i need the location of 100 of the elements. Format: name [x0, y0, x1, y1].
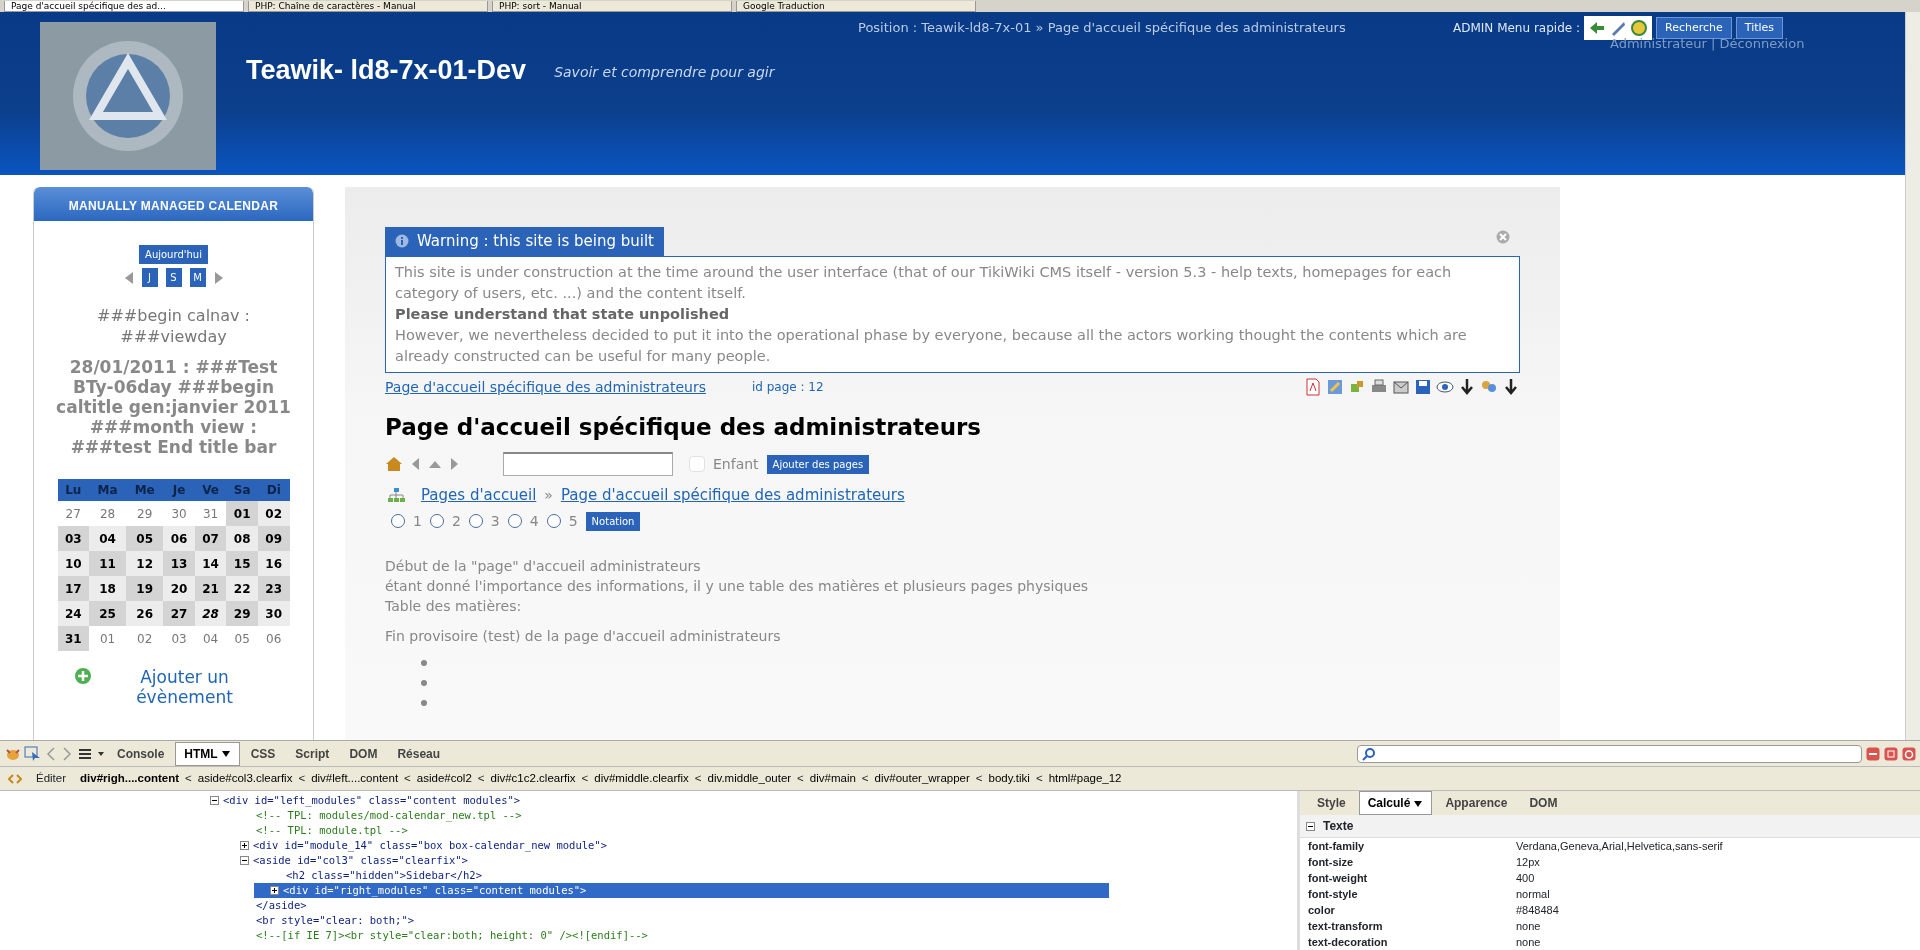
calendar-day[interactable]: 08 — [226, 526, 258, 551]
power-icon[interactable] — [1902, 746, 1916, 761]
code-line[interactable]: <!-- TPL: modules/mod-calendar_new.tpl --> — [0, 808, 1297, 823]
dom-crumb[interactable]: div#left....content — [311, 769, 399, 788]
page-link[interactable]: Page d'accueil spécifique des administrateurs — [385, 376, 706, 398]
code-line[interactable]: <aside id="col3" class="clearfix"> — [0, 853, 1297, 868]
code-line[interactable]: <h2 class="hidden">Sidebar</h2> — [0, 868, 1297, 883]
calendar-day[interactable]: 21 — [194, 576, 227, 601]
rating-radio[interactable] — [429, 514, 444, 528]
calendar-day[interactable]: 28 — [89, 501, 127, 526]
restore-icon[interactable] — [1884, 746, 1898, 761]
calendar-day[interactable]: 25 — [89, 601, 127, 626]
calendar-day[interactable]: 31 — [194, 501, 227, 526]
dom-crumb[interactable]: div#righ....content — [80, 769, 180, 788]
up-icon[interactable] — [428, 459, 442, 469]
expand-icon[interactable] — [240, 841, 249, 850]
panel-tab[interactable]: Apparence — [1436, 791, 1517, 815]
calendar-day[interactable]: 20 — [163, 576, 195, 601]
download-icon[interactable] — [1458, 378, 1476, 396]
calendar-day[interactable]: 31 — [57, 626, 89, 651]
calendar-day[interactable]: 12 — [126, 551, 164, 576]
code-line[interactable]: <div id="left_modules" class="content modules"> — [0, 793, 1297, 808]
rating-radio[interactable] — [546, 514, 561, 528]
page-search-field[interactable] — [503, 452, 673, 476]
eye-icon[interactable] — [1436, 378, 1454, 396]
calendar-day[interactable]: 24 — [57, 601, 89, 626]
collapse-icon[interactable] — [210, 796, 219, 805]
today-button[interactable]: Aujourd'hui — [139, 245, 208, 264]
dom-crumb[interactable]: div#outer_wrapper — [874, 769, 970, 788]
calendar-day[interactable]: 18 — [89, 576, 127, 601]
browser-tab[interactable]: Page d'accueil spécifique des ad... — [4, 1, 244, 12]
dom-crumb[interactable]: html#page_12 — [1048, 769, 1122, 788]
edit-button[interactable]: Éditer — [28, 769, 75, 788]
calendar-day[interactable]: 15 — [226, 551, 258, 576]
calendar-day[interactable]: 28 — [194, 601, 227, 626]
calendar-day[interactable]: 01 — [89, 626, 127, 651]
save-icon[interactable] — [1414, 378, 1432, 396]
calendar-day[interactable]: 14 — [194, 551, 227, 576]
calendar-day[interactable]: 19 — [126, 576, 164, 601]
rating-button[interactable]: Notation — [585, 511, 641, 531]
calendar-day[interactable]: 10 — [57, 551, 89, 576]
dom-crumb[interactable]: aside#col3.clearfix — [197, 769, 293, 788]
calendar-day[interactable]: 16 — [257, 551, 290, 576]
calendar-day[interactable]: 26 — [126, 601, 164, 626]
home-icon[interactable] — [385, 456, 403, 472]
panel-tab[interactable]: Réseau — [388, 741, 450, 766]
panel-tab[interactable]: DOM — [340, 741, 387, 766]
dom-crumb[interactable]: div#c1c2.clearfix — [490, 769, 576, 788]
calendar-day[interactable]: 27 — [163, 601, 195, 626]
code-icon[interactable] — [8, 771, 22, 786]
calendar-day[interactable]: 23 — [257, 576, 290, 601]
panel-tab[interactable]: Script — [286, 741, 339, 766]
calendar-day[interactable]: 01 — [226, 501, 258, 526]
code-line[interactable]: <div id="module_14" class="box box-calendar_new module"> — [0, 838, 1297, 853]
code-line[interactable]: <!--[if IE 7]><br style="clear:both; height: 0" /><![endif]--> — [0, 928, 1297, 943]
code-line[interactable]: </aside> — [0, 898, 1297, 913]
view-button[interactable]: J — [141, 268, 158, 287]
panel-tab[interactable]: Style — [1308, 791, 1355, 815]
calendar-day[interactable]: 13 — [163, 551, 195, 576]
arrows-icon[interactable] — [1588, 19, 1606, 37]
breadcrumb-link[interactable]: Page d'accueil spécifique des administrateurs — [560, 484, 905, 507]
rating-radio[interactable] — [391, 514, 405, 528]
header-button[interactable]: Titles — [1735, 16, 1784, 40]
calendar-day[interactable]: 02 — [257, 501, 290, 526]
next-icon[interactable] — [213, 270, 224, 285]
dom-crumb[interactable]: div.middle_outer — [707, 769, 792, 788]
scrollbar[interactable] — [1905, 12, 1920, 740]
code-line[interactable]: <br style="clear: both;"> — [0, 913, 1297, 928]
browser-tab[interactable]: PHP: sort - Manual — [492, 1, 732, 12]
collapse-icon[interactable] — [240, 856, 249, 865]
collapse-icon[interactable] — [1306, 821, 1315, 831]
dom-crumb[interactable]: div#middle.clearfix — [594, 769, 689, 788]
calendar-day[interactable]: 07 — [194, 526, 227, 551]
panel-tab[interactable]: CSS — [241, 741, 285, 766]
dom-crumb[interactable]: body.tiki — [988, 769, 1030, 788]
mail-icon[interactable] — [1392, 378, 1410, 396]
expand-icon[interactable] — [270, 886, 279, 895]
add-pages-button[interactable]: Ajouter des pages — [766, 454, 870, 474]
calendar-day[interactable]: 06 — [163, 526, 195, 551]
inspect-icon[interactable] — [24, 745, 42, 762]
code-line[interactable]: <!-- TPL: module.tpl --> — [0, 823, 1297, 838]
edit-icon[interactable] — [1326, 378, 1344, 396]
header-button[interactable]: Recherche — [1656, 16, 1732, 40]
close-icon[interactable] — [1496, 229, 1510, 244]
selected-node[interactable]: <div id="right_modules" class="content modules"> — [254, 883, 1109, 898]
breadcrumb-link[interactable]: Pages d'accueil — [421, 484, 537, 507]
search-field[interactable] — [1357, 744, 1862, 763]
dom-crumb[interactable]: aside#col2 — [416, 769, 472, 788]
dom-crumb[interactable]: div#main — [809, 769, 856, 788]
back-icon[interactable] — [411, 457, 420, 471]
panel-tab[interactable]: Console — [108, 741, 174, 766]
calendar-day[interactable]: 17 — [57, 576, 89, 601]
view-button[interactable]: S — [165, 268, 182, 287]
child-checkbox[interactable] — [689, 456, 705, 472]
calendar-day[interactable]: 04 — [89, 526, 127, 551]
add-event-link[interactable]: Ajouter un évènement — [95, 667, 274, 707]
calendar-day[interactable]: 29 — [226, 601, 258, 626]
panel-tab[interactable]: HTML — [175, 741, 240, 766]
calendar-day[interactable]: 11 — [89, 551, 127, 576]
rating-radio[interactable] — [468, 514, 483, 528]
